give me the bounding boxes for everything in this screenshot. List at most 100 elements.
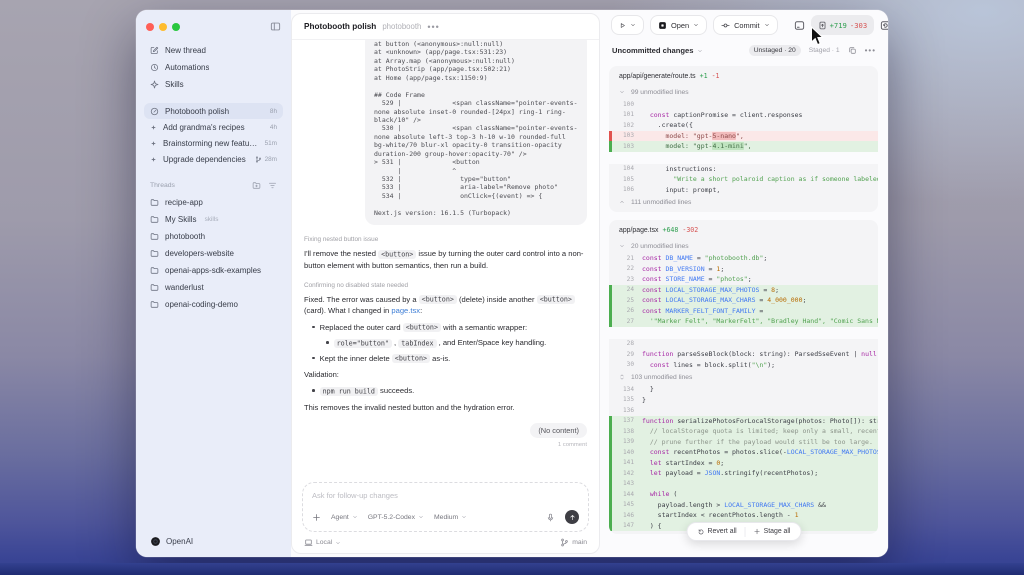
folder-item-openai-coding-demo[interactable]: openai-coding-demo: [144, 296, 283, 313]
run-button[interactable]: [611, 15, 644, 35]
line-number: 103: [609, 132, 642, 139]
sidebar-item-skills[interactable]: Skills: [144, 76, 283, 93]
line-number: 27: [609, 318, 642, 325]
chevron-down-icon: [352, 514, 358, 520]
inline-code: role="button": [334, 339, 392, 348]
collapse-row[interactable]: 111 unmodified lines: [609, 195, 878, 209]
folder-label: openai-coding-demo: [165, 300, 238, 309]
branch-label: main: [572, 539, 587, 546]
bulk-actions: Revert all Stage all: [687, 522, 802, 541]
file-link[interactable]: page.tsx: [391, 306, 420, 315]
composer[interactable]: Ask for follow-up changes Agent GPT-5.2-…: [302, 482, 589, 532]
zoom-window-button[interactable]: [172, 23, 180, 31]
collapse-row[interactable]: 99 unmodified lines: [609, 85, 878, 99]
review-button[interactable]: [880, 16, 888, 34]
diff-line: 23const STORE_NAME = "photos";: [609, 274, 878, 285]
folder-label: My Skills: [165, 215, 197, 224]
changes-title: Uncommitted changes: [612, 46, 693, 55]
line-number: 140: [609, 449, 642, 456]
threads-section-header: Threads: [150, 181, 277, 190]
model-dropdown[interactable]: GPT-5.2-Codex: [368, 514, 424, 521]
stage-all-button[interactable]: Stage all: [748, 526, 797, 537]
environment-label[interactable]: Local: [316, 539, 332, 546]
folder-item-developers-website[interactable]: developers-website: [144, 245, 283, 262]
chat-scroll-area: at button (<anonymous>:null:null)at <unk…: [292, 40, 599, 478]
close-window-button[interactable]: [146, 23, 154, 31]
thread-project: photobooth: [382, 22, 421, 31]
chevron-down-icon: [619, 243, 625, 249]
copy-icon[interactable]: [848, 46, 857, 55]
line-number: 102: [609, 122, 642, 129]
line-number: 23: [609, 276, 642, 283]
chevron-down-icon: [418, 514, 424, 520]
thread-item-brainstorming-new-features[interactable]: Brainstorming new features 51m: [144, 135, 283, 151]
folder-item-openai-apps-sdk-examples[interactable]: openai-apps-sdk-examples: [144, 262, 283, 279]
stack-trace-line: 530 | <span className="pointer-events-no…: [374, 124, 578, 158]
more-options-icon[interactable]: •••: [865, 49, 876, 53]
inline-code: npm run build: [320, 387, 378, 396]
spark-icon: [150, 156, 157, 163]
folder-item-recipe-app[interactable]: recipe-app: [144, 194, 283, 211]
folder-list: recipe-appMy Skillsskillsphotoboothdevel…: [144, 194, 283, 313]
thread-menu-icon[interactable]: •••: [427, 25, 439, 29]
minimize-window-button[interactable]: [159, 23, 167, 31]
thread-item-add-grandma-s-recipes[interactable]: Add grandma's recipes 4h: [144, 119, 283, 135]
spark-icon: [150, 124, 157, 131]
unmodified-count: 99 unmodified lines: [631, 89, 689, 96]
file-removed: -1: [712, 72, 720, 80]
branch-indicator[interactable]: main: [560, 538, 587, 547]
assistant-paragraph: Fixed. The error was caused by a <button…: [304, 294, 587, 317]
line-number: 136: [609, 407, 642, 414]
diff-scroll-area: app/api/generate/route.ts +1 -1 99 unmod…: [600, 61, 888, 557]
comment-count[interactable]: 1 comment: [304, 442, 587, 448]
chevron-down-icon: [697, 48, 703, 54]
changes-dropdown[interactable]: Uncommitted changes: [612, 46, 703, 55]
line-number: 144: [609, 491, 642, 498]
assistant-paragraph: I'll remove the nested <button> issue by…: [304, 248, 587, 271]
terminal-button[interactable]: [794, 16, 805, 34]
staged-tab[interactable]: Staged · 1: [809, 47, 840, 54]
unstaged-tab[interactable]: Unstaged · 20: [749, 45, 801, 56]
stack-trace-line: > 531 | <button: [374, 158, 578, 166]
folder-item-wanderlust[interactable]: wanderlust: [144, 279, 283, 296]
thread-item-photobooth-polish[interactable]: Photobooth polish 8h: [144, 103, 283, 119]
diff-line: 26const MARKER_FELT_FONT_FAMILY =: [609, 306, 878, 317]
attach-plus-icon[interactable]: [312, 513, 321, 522]
diff-line: 143: [609, 479, 878, 490]
diff-panel: Open Commit +719 -303: [600, 10, 888, 557]
thread-item-upgrade-dependencies[interactable]: Upgrade dependencies 28m: [144, 151, 283, 167]
desktop-dock-strip: [0, 563, 1024, 575]
assistant-paragraph: This removes the invalid nested button a…: [304, 402, 587, 413]
diff-line: 105 "Write a short polaroid caption as i…: [609, 174, 878, 185]
sidebar-item-automations[interactable]: Automations: [144, 59, 283, 76]
send-button[interactable]: [565, 510, 579, 524]
folder-item-photobooth[interactable]: photobooth: [144, 228, 283, 245]
file-removed: -302: [682, 226, 698, 234]
sidebar-item-new-thread[interactable]: New thread: [144, 42, 283, 59]
diff-line: 142 let payload = JSON.stringify(recentP…: [609, 468, 878, 479]
diff-line: 146 startIndex < recentPhotos.length - 1: [609, 510, 878, 521]
diff-file-header[interactable]: app/page.tsx +648 -302: [609, 224, 878, 239]
collapse-row[interactable]: 20 unmodified lines: [609, 239, 878, 253]
revert-all-button[interactable]: Revert all: [692, 526, 743, 537]
diff-line: 22const DB_VERSION = 1;: [609, 264, 878, 275]
mode-label: Agent: [331, 514, 349, 521]
inline-code: <button>: [392, 354, 430, 363]
lines-removed: -303: [850, 21, 867, 30]
folder-item-my-skills[interactable]: My Skillsskills: [144, 211, 283, 228]
diff-file-header[interactable]: app/api/generate/route.ts +1 -1: [609, 70, 878, 85]
open-button[interactable]: Open: [650, 15, 707, 35]
diff-line: 139 // prune further if the payload woul…: [609, 437, 878, 448]
new-folder-icon[interactable]: [252, 181, 261, 190]
assistant-paragraph: Validation:: [304, 369, 587, 380]
collapse-row[interactable]: 103 unmodified lines: [609, 370, 878, 384]
sidebar-toggle-icon[interactable]: [270, 21, 281, 32]
filter-icon[interactable]: [268, 181, 277, 190]
commit-button[interactable]: Commit: [713, 15, 777, 35]
unmodified-count: 103 unmodified lines: [631, 374, 692, 381]
line-number: 145: [609, 501, 642, 508]
microphone-icon[interactable]: [546, 513, 555, 522]
account-footer[interactable]: OpenAI: [144, 532, 283, 549]
mode-dropdown[interactable]: Agent: [331, 514, 358, 521]
effort-dropdown[interactable]: Medium: [434, 514, 467, 521]
